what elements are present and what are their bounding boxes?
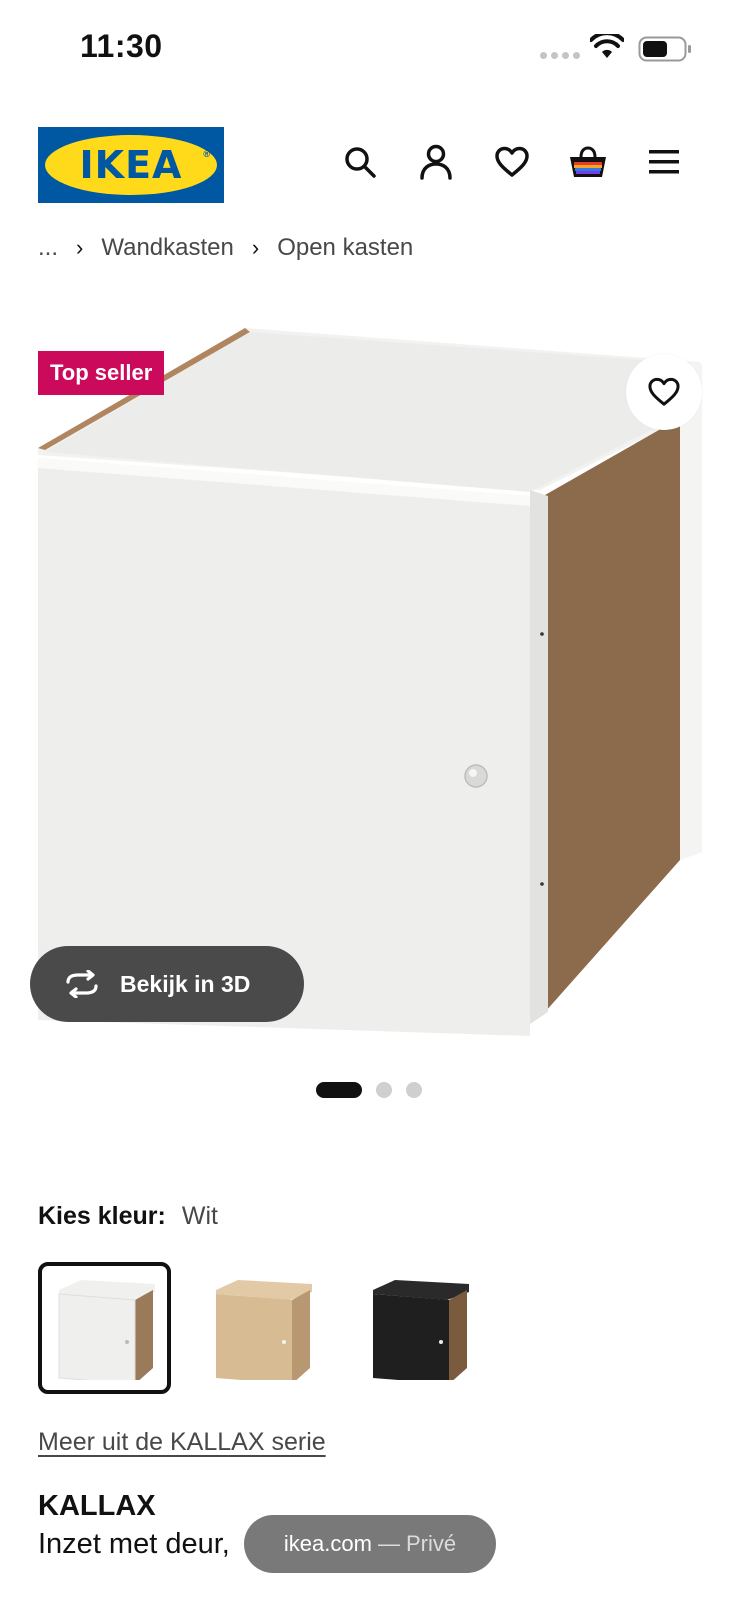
browser-address-pill[interactable]: ikea.com — Privé <box>244 1515 496 1573</box>
carousel-dot-3[interactable] <box>406 1082 422 1098</box>
add-to-favorites-button[interactable] <box>626 354 702 430</box>
carousel-dot-1[interactable] <box>316 1082 362 1098</box>
top-seller-badge: Top seller <box>38 351 165 395</box>
breadcrumb-item-open-kasten[interactable]: Open kasten <box>277 234 413 262</box>
status-time: 11:30 <box>80 28 163 64</box>
menu-icon[interactable] <box>644 142 684 182</box>
chevron-right-icon: › <box>251 235 260 260</box>
product-image-carousel[interactable]: Top seller Bekijk in 3D <box>0 300 739 1060</box>
carousel-dot-2[interactable] <box>376 1082 392 1098</box>
breadcrumb: ... › Wandkasten › Open kasten <box>38 234 413 262</box>
color-swatch-zwartbruin[interactable] <box>352 1262 485 1394</box>
status-bar: 11:30 <box>0 0 739 100</box>
view-in-3d-label: Bekijk in 3D <box>120 970 251 997</box>
series-link[interactable]: Meer uit de KALLAX serie <box>38 1428 326 1457</box>
cellular-signal-icon <box>540 52 580 59</box>
basket-icon[interactable] <box>568 142 608 182</box>
chevron-right-icon: › <box>76 235 84 260</box>
color-swatch-eikeneffect[interactable] <box>195 1262 328 1394</box>
ikea-logo[interactable]: IKEA ® <box>38 127 224 203</box>
color-swatches <box>38 1262 485 1394</box>
logo-text: IKEA <box>79 143 183 187</box>
heart-icon[interactable] <box>492 142 532 182</box>
search-icon[interactable] <box>340 142 380 182</box>
color-label: Kies kleur: <box>38 1202 166 1230</box>
color-selector-label: Kies kleur: Wit <box>38 1202 218 1231</box>
account-icon[interactable] <box>416 142 456 182</box>
battery-icon <box>638 36 691 62</box>
browser-domain: ikea.com <box>283 1531 372 1556</box>
site-header: IKEA ® <box>0 118 739 208</box>
browser-private-mode: Privé <box>405 1531 457 1556</box>
heart-icon <box>648 377 680 406</box>
breadcrumb-ellipsis[interactable]: ... <box>38 234 58 262</box>
carousel-indicator <box>316 1082 422 1098</box>
breadcrumb-item-wandkasten[interactable]: Wandkasten <box>101 234 234 262</box>
product-description: Inzet met deur, <box>38 1528 230 1560</box>
selected-color-value: Wit <box>181 1202 218 1230</box>
wifi-icon <box>590 34 624 58</box>
view-in-3d-button[interactable]: Bekijk in 3D <box>30 946 304 1022</box>
product-name: KALLAX <box>38 1490 156 1522</box>
rotate-3d-icon <box>66 970 98 998</box>
color-swatch-wit[interactable] <box>38 1262 171 1394</box>
browser-separator: — <box>377 1531 400 1556</box>
